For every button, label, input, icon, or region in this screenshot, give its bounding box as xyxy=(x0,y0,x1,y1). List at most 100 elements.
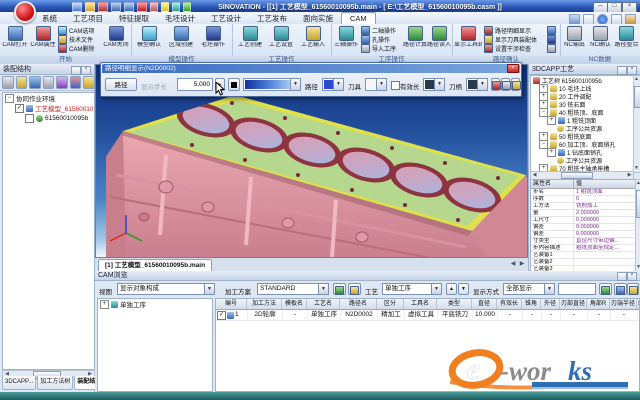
measure-icon[interactable] xyxy=(43,76,55,89)
redo-icon[interactable] xyxy=(124,2,134,12)
combo-arrow-icon[interactable]: ▼ xyxy=(477,79,487,90)
show-tool-assembly-button[interactable]: 显示刀具装配体 xyxy=(484,35,544,44)
combo-arrow-icon[interactable]: ▼ xyxy=(434,79,444,90)
marker-teal-icon[interactable] xyxy=(172,2,180,12)
path-read-button[interactable]: 路径读入 xyxy=(427,25,451,55)
menu-system[interactable]: 系统 xyxy=(34,12,65,25)
import-operation-button[interactable]: 导入工序 xyxy=(361,44,403,53)
marker-yellow-icon[interactable] xyxy=(161,2,169,12)
property-row[interactable]: 偏差0.000000 xyxy=(531,224,635,231)
scroll-right-icon[interactable]: ▶ xyxy=(627,172,632,179)
move-down-button[interactable]: ▼ xyxy=(458,283,469,295)
property-row[interactable]: 步内容描述粗铣顶面至规定... xyxy=(531,245,635,252)
show-toolpath-button[interactable]: 显示工具轨 xyxy=(454,25,482,55)
path-detail-dialog[interactable]: 路径明细显示(N2D0002) × 路径 显示步长 ► ▼ 路径 ▼ 刀具 ▼ … xyxy=(100,62,522,97)
dialog-close-button[interactable]: × xyxy=(507,64,519,73)
combo-arrow-icon[interactable]: ▼ xyxy=(333,79,343,90)
process-combo[interactable]: 单独工序 ▼ xyxy=(382,283,442,295)
row-checkbox[interactable]: ✓ xyxy=(217,311,226,320)
menu-blank-design[interactable]: 毛坯设计 xyxy=(157,12,203,25)
scroll-up-icon[interactable]: ▲ xyxy=(636,180,640,187)
capp-pin-button[interactable] xyxy=(617,66,627,75)
two-axis-button[interactable]: 二轴操作 xyxy=(361,26,403,35)
wrench-icon[interactable] xyxy=(70,76,82,89)
checkbox-checked[interactable]: ✓ xyxy=(15,104,24,113)
scroll-down-icon[interactable]: ▼ xyxy=(636,264,640,271)
tab-scroll-left-icon[interactable]: ◀ xyxy=(510,261,516,268)
open-icon[interactable] xyxy=(85,2,95,12)
close-doc-icon[interactable] xyxy=(150,2,158,12)
nc-confirm-button[interactable]: NC确认 xyxy=(588,25,613,55)
scroll-thumb[interactable] xyxy=(561,172,593,179)
process-setting-button[interactable]: 工艺设置 xyxy=(266,25,296,55)
effective-length-checkbox[interactable] xyxy=(391,81,400,90)
menu-cam[interactable]: CAM xyxy=(341,12,376,24)
cam-close-button[interactable]: CAM关闭 xyxy=(103,25,129,55)
tree-item-environment[interactable]: − 协同作业环境 xyxy=(3,93,94,103)
move-up-button[interactable]: ▲ xyxy=(446,283,457,295)
mini-button-3[interactable] xyxy=(547,44,557,53)
expander-icon[interactable]: + xyxy=(547,148,556,157)
combo-arrow-icon[interactable]: ▼ xyxy=(544,284,554,294)
apply-button[interactable] xyxy=(511,78,520,91)
step-input[interactable] xyxy=(177,78,213,91)
effective-color-combo[interactable]: ▼ xyxy=(423,78,445,91)
panel-close-button[interactable]: × xyxy=(81,66,91,75)
menu-feature-extract[interactable]: 特征提取 xyxy=(111,12,157,25)
tab-scroll-right-icon[interactable]: ▶ xyxy=(519,261,525,268)
scroll-thumb[interactable] xyxy=(636,190,640,218)
expander-icon[interactable]: + xyxy=(547,116,556,125)
display-mode-combo[interactable]: 全部显示 ▼ xyxy=(503,283,555,295)
save-icon[interactable] xyxy=(98,2,108,12)
pen-purple-icon[interactable] xyxy=(56,76,68,89)
model-confirm-button[interactable]: 模型确认 xyxy=(134,25,164,55)
path-button[interactable]: 路径 xyxy=(105,78,137,91)
hole-operation-button[interactable]: 孔操作 xyxy=(361,35,403,44)
menu-implementation[interactable]: 面向实施 xyxy=(295,12,341,25)
tab-machining-method[interactable]: 加工方法树 xyxy=(37,376,73,390)
cam-open-button[interactable]: CAM打开 xyxy=(2,25,28,55)
plan-combo[interactable]: STANDARD ▼ xyxy=(257,283,329,295)
scroll-down-icon[interactable]: ▼ xyxy=(634,165,639,172)
tree-item-part[interactable]: 61560010095b xyxy=(3,113,94,123)
save-tree-icon[interactable] xyxy=(2,76,14,89)
menu-process-design[interactable]: 工艺设计 xyxy=(203,12,249,25)
three-axis-button[interactable]: 三轴操作 xyxy=(333,25,359,55)
menu-process-project[interactable]: 工艺项目 xyxy=(65,12,111,25)
combo-arrow-icon[interactable]: ▼ xyxy=(376,79,386,90)
panel-pin-button[interactable] xyxy=(71,66,81,75)
export-up-button[interactable] xyxy=(627,283,639,295)
add-plan-button[interactable] xyxy=(333,283,346,295)
property-row[interactable]: 寸类型直径尺寸带边偏... xyxy=(531,238,635,245)
interference-check-button[interactable]: 设置干涉检查 xyxy=(484,44,544,53)
tool-display-button[interactable] xyxy=(491,78,500,91)
view-combo[interactable]: 显示对象构成 ▼ xyxy=(117,283,215,295)
process-input-button[interactable]: 工艺输入 xyxy=(298,25,328,55)
property-row[interactable]: 量2.000000 xyxy=(531,210,635,217)
combo-arrow-icon[interactable]: ▼ xyxy=(431,284,441,294)
path-detail-button[interactable]: 路径明细显示 xyxy=(484,26,544,35)
add-node-icon[interactable] xyxy=(83,76,95,89)
properties-vscrollbar[interactable]: ▲ ▼ xyxy=(635,179,640,272)
nc-output-button[interactable]: NC输出 xyxy=(562,25,587,55)
undo-icon[interactable] xyxy=(111,2,121,12)
property-row[interactable]: 步名1 粗铣顶面 xyxy=(531,189,635,196)
cam-pin-button[interactable] xyxy=(617,272,627,281)
scroll-thumb[interactable] xyxy=(634,86,640,108)
property-row[interactable]: 偏差0.000000 xyxy=(531,231,635,238)
property-row[interactable]: 艺装备2 xyxy=(531,259,635,266)
tree-item-process-model[interactable]: ✓ 工艺模型_61560010 xyxy=(3,103,94,113)
tech-file-button[interactable]: 技术文件 xyxy=(58,35,102,44)
combo-arrow-icon[interactable]: ▼ xyxy=(204,284,214,294)
path-calc-button[interactable]: 路径计算 xyxy=(403,25,427,55)
pencil-icon[interactable] xyxy=(29,76,41,89)
marker-green-icon[interactable] xyxy=(183,2,191,12)
property-row[interactable]: 艺装备1 xyxy=(531,252,635,259)
cam-close-button[interactable]: × xyxy=(627,272,637,281)
tab-3dcapp[interactable]: 3DCAPP... xyxy=(2,376,36,390)
new-icon[interactable] xyxy=(72,2,82,12)
scroll-left-icon[interactable]: ◀ xyxy=(532,172,537,179)
viewport-tab[interactable]: [1] 工艺模型_61560010095b.main xyxy=(98,259,212,271)
menu-process-publish[interactable]: 工艺发布 xyxy=(249,12,295,25)
colorband-combo[interactable]: ▼ xyxy=(243,78,301,91)
